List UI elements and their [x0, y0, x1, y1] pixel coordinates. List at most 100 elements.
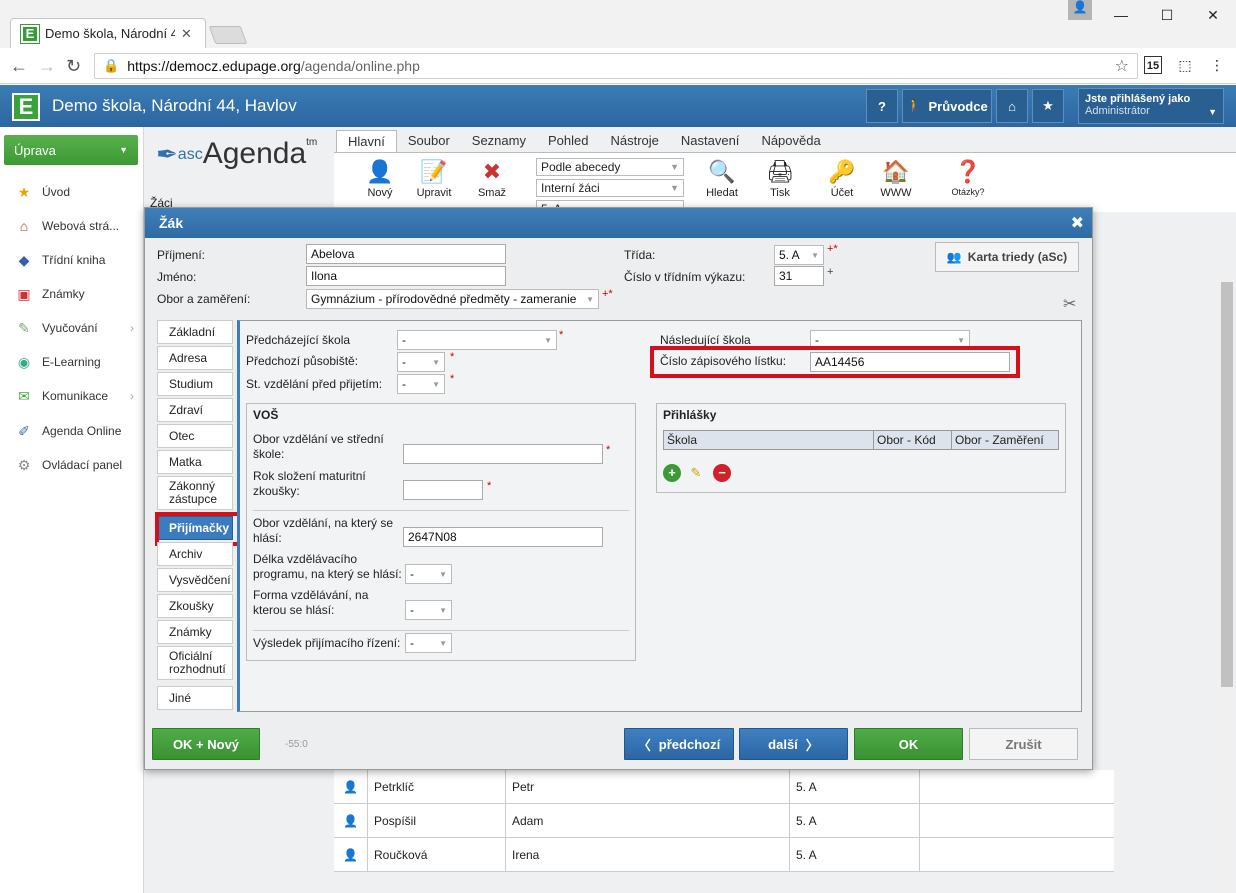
remove-application-button[interactable]: −	[713, 464, 731, 482]
cancel-button[interactable]: Zrušit	[969, 728, 1078, 760]
tab-zdravi[interactable]: Zdraví	[157, 398, 233, 422]
tools-icon[interactable]: ✂	[1063, 294, 1076, 314]
add-application-button[interactable]: +	[663, 464, 681, 482]
close-icon[interactable]: ✖	[1071, 213, 1084, 233]
tab-zakladni[interactable]: Základní	[157, 320, 233, 344]
tab-otec[interactable]: Otec	[157, 424, 233, 448]
sidebar-item-elearning[interactable]: ◉ E-Learning	[0, 347, 142, 377]
delete-button[interactable]: ✖ Smaž	[470, 159, 514, 199]
tab-oficialni-rozhodnuti[interactable]: Oficiální rozhodnutí	[157, 646, 233, 680]
sidebar-item-znamky[interactable]: ▣ Známky	[0, 279, 142, 309]
sidebar-item-tridni-kniha[interactable]: ◆ Třídní kniha	[0, 245, 142, 275]
col-header-obor-kod[interactable]: Obor - Kód	[874, 431, 952, 449]
house-icon: 🏠	[882, 159, 910, 184]
ok-new-button[interactable]: OK + Nový	[152, 728, 260, 760]
previous-school-select[interactable]: - ▼	[397, 330, 557, 350]
extension-badge[interactable]: 15	[1144, 56, 1162, 74]
tab-pohled[interactable]: Pohled	[537, 130, 599, 152]
tab-soubor[interactable]: Soubor	[397, 130, 461, 152]
admission-result-select[interactable]: - ▼	[405, 633, 452, 653]
url-input[interactable]: 🔒 https://democz.edupage.org/agenda/onli…	[94, 53, 1138, 79]
close-icon[interactable]: ✕	[181, 26, 192, 42]
tab-nastaveni[interactable]: Nastavení	[670, 130, 751, 152]
sort-combo[interactable]: Podle abecedy ▼	[536, 158, 684, 176]
sidebar-item-komunikace[interactable]: ✉ Komunikace ›	[0, 381, 142, 411]
www-button[interactable]: 🏠 WWW	[874, 159, 918, 199]
study-form-select[interactable]: - ▼	[405, 600, 452, 620]
tab-matka[interactable]: Matka	[157, 450, 233, 474]
maturita-year-input[interactable]	[403, 480, 483, 500]
table-row[interactable]: 👤 Roučková Irena 5. A	[334, 838, 1114, 872]
sidebar-item-webova-stranka[interactable]: ⌂ Webová strá...	[0, 211, 142, 241]
logo-main: Agenda	[202, 137, 307, 170]
surname-input[interactable]: Abelova	[306, 244, 506, 264]
next-button[interactable]: další 〉	[739, 728, 848, 760]
favorites-button[interactable]: ★	[1032, 89, 1064, 123]
edit-application-button[interactable]: ✎	[687, 464, 705, 482]
search-button[interactable]: 🔍 Hledat	[700, 159, 744, 199]
maximize-icon[interactable]: ☐	[1144, 0, 1190, 30]
star-icon: ★	[17, 183, 31, 200]
register-number-input[interactable]: 31	[774, 266, 824, 286]
edit-menu-button[interactable]: Úprava ▼	[4, 135, 138, 165]
tab-zkousky[interactable]: Zkoušky	[157, 594, 233, 618]
edit-button[interactable]: 📝 Upravit	[412, 159, 456, 199]
tab-seznamy[interactable]: Seznamy	[461, 130, 537, 152]
new-button[interactable]: 👤 Nový	[358, 159, 402, 199]
education-before-select[interactable]: - ▼	[397, 374, 445, 394]
questions-button[interactable]: ❓ Otázky?	[946, 159, 990, 197]
tab-vysvedceni[interactable]: Vysvědčení	[157, 568, 233, 592]
tab-znamky[interactable]: Známky	[157, 620, 233, 644]
back-icon[interactable]: ←	[10, 56, 28, 77]
bookmark-star-icon[interactable]: ☆	[1115, 56, 1129, 76]
tab-studium[interactable]: Studium	[157, 372, 233, 396]
tab-zakonny-zastupce[interactable]: Zákonný zástupce	[157, 476, 233, 510]
browser-tab[interactable]: E Demo škola, Národní 44, ✕	[10, 18, 206, 48]
guide-button[interactable]: 🚶 Průvodce	[902, 89, 992, 123]
firstname-input[interactable]: Ilona	[306, 266, 506, 286]
tab-nastroje[interactable]: Nástroje	[599, 130, 669, 152]
new-tab-button[interactable]	[208, 26, 248, 44]
required-marker: +*	[602, 288, 613, 300]
account-button[interactable]: 🔑 Účet	[820, 159, 864, 199]
sidebar-item-ovladaci-panel[interactable]: ⚙ Ovládací panel	[0, 450, 142, 480]
home-button[interactable]: ⌂	[996, 89, 1028, 123]
tab-napoveda[interactable]: Nápověda	[750, 130, 831, 152]
table-row[interactable]: 👤 Petrklíč Petr 5. A	[334, 770, 1114, 804]
help-button[interactable]: ?	[866, 89, 898, 123]
applied-field-input[interactable]: 2647N08	[403, 527, 603, 547]
user-menu[interactable]: Jste přihlášený jako Administrátor ▼	[1078, 88, 1224, 124]
sidebar-item-agenda-online[interactable]: ✐ Agenda Online	[0, 416, 142, 446]
table-row[interactable]: 👤 Pospíšil Adam 5. A	[334, 804, 1114, 838]
sidebar-item-label: Agenda Online	[42, 424, 122, 438]
type-combo[interactable]: Interní žáci ▼	[536, 179, 684, 197]
class-card-button[interactable]: 👥 Karta triedy (aSc)	[935, 242, 1079, 272]
menu-dots-icon[interactable]: ⋮	[1208, 56, 1226, 74]
tab-jine[interactable]: Jiné	[157, 686, 233, 710]
col-header-obor-zamereni[interactable]: Obor - Zaměření	[952, 431, 1058, 449]
program-length-select[interactable]: - ▼	[405, 564, 452, 584]
obor-ss-input[interactable]	[403, 444, 603, 464]
scrollbar-thumb[interactable]	[1221, 282, 1233, 687]
field-of-study-select[interactable]: Gymnázium - přírodovědné předměty - zame…	[306, 289, 599, 309]
tab-adresa[interactable]: Adresa	[157, 346, 233, 370]
reload-icon[interactable]: ↻	[66, 56, 81, 77]
close-window-icon[interactable]: ✕	[1190, 0, 1236, 30]
ok-button[interactable]: OK	[854, 728, 963, 760]
sidebar-item-uvod[interactable]: ★ Úvod	[0, 177, 142, 207]
previous-button[interactable]: 〈 předchozí	[624, 728, 734, 760]
obor-ss-label-2: škole:	[253, 447, 285, 461]
previous-workplace-select[interactable]: - ▼	[397, 352, 445, 372]
print-button[interactable]: 🖨 Tisk	[758, 159, 802, 199]
edupage-logo-icon[interactable]: E	[12, 93, 40, 121]
cast-icon[interactable]: ⬚	[1176, 56, 1194, 74]
sidebar-item-vyucovani[interactable]: ✎ Vyučování ›	[0, 313, 142, 343]
class-select[interactable]: 5. A ▼	[774, 245, 824, 265]
profile-icon[interactable]: 👤	[1068, 0, 1092, 20]
tab-hlavni[interactable]: Hlavní	[336, 130, 397, 152]
forward-icon[interactable]: →	[38, 56, 56, 77]
tab-archiv[interactable]: Archiv	[157, 542, 233, 566]
col-header-skola[interactable]: Škola	[664, 431, 874, 449]
vos-fieldset: VOŠ Obor vzdělání ve střední škole: * Ro…	[246, 403, 636, 661]
minimize-icon[interactable]: —	[1098, 0, 1144, 30]
